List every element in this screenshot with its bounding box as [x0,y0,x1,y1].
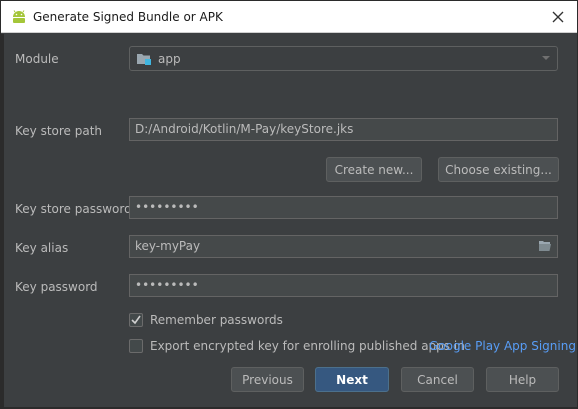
key-alias-label: Key alias [15,241,69,255]
folder-open-icon[interactable] [538,240,552,252]
cancel-button[interactable]: Cancel [401,367,474,392]
dialog-window: Generate Signed Bundle or APK Module app… [0,0,578,409]
folder-icon [137,53,151,65]
close-button[interactable] [547,6,569,28]
export-key-label: Export encrypted key for enrolling publi… [150,339,465,353]
remember-passwords-label: Remember passwords [150,313,283,327]
key-password-label: Key password [15,280,98,294]
export-key-checkbox[interactable] [129,339,143,353]
module-value: app [158,51,181,66]
google-play-app-signing-link[interactable]: Google Play App Signing [429,339,576,353]
help-button[interactable]: Help [486,367,559,392]
close-icon [552,11,564,23]
key-alias-value: key-myPay [135,239,201,253]
remember-passwords-checkbox[interactable] [129,313,143,327]
window-title: Generate Signed Bundle or APK [33,10,223,24]
android-icon [13,10,25,23]
checkmark-icon [131,315,141,325]
key-store-path-label: Key store path [15,124,103,138]
key-password-field[interactable]: ••••••••• [129,274,558,297]
title-bar: Generate Signed Bundle or APK [1,1,577,33]
chevron-down-icon [542,56,550,60]
key-alias-field[interactable]: key-myPay [129,235,558,258]
choose-existing-button[interactable]: Choose existing... [438,157,559,182]
next-button[interactable]: Next [315,367,389,392]
key-store-password-field[interactable]: ••••••••• [129,196,558,219]
key-store-password-label: Key store password [15,202,132,216]
create-new-button[interactable]: Create new... [326,157,422,182]
key-store-path-field[interactable]: D:/Android/Kotlin/M-Pay/keyStore.jks [129,118,558,141]
module-select[interactable]: app [129,46,558,71]
previous-button[interactable]: Previous [231,367,304,392]
module-label: Module [15,52,59,66]
window-edge [1,34,4,409]
